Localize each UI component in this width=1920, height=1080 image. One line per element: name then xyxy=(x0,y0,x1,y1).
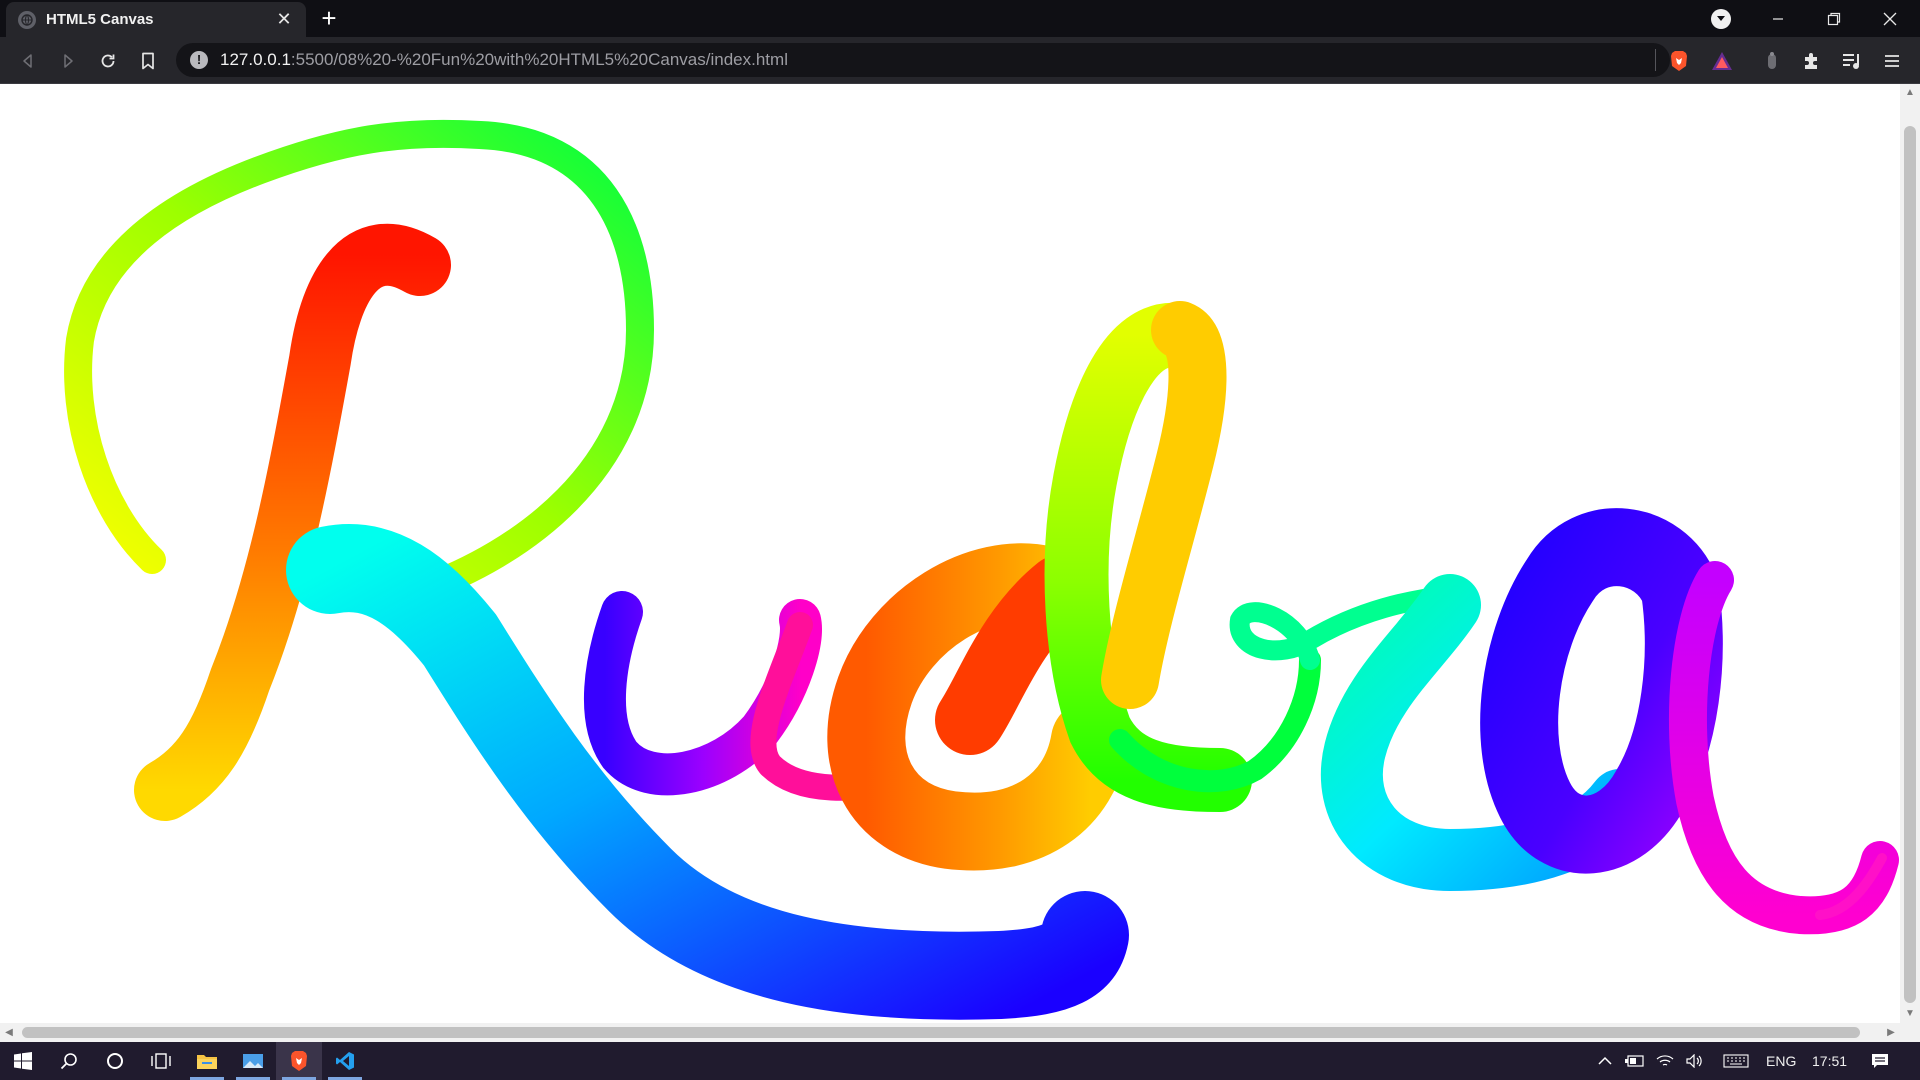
windows-start-icon[interactable] xyxy=(0,1042,46,1080)
horizontal-scrollbar[interactable]: ◀ ▶ xyxy=(0,1023,1900,1042)
stroke-r-loop xyxy=(64,119,655,604)
touch-keyboard-icon[interactable] xyxy=(1718,1042,1754,1080)
canvas-drawing xyxy=(64,119,1899,1020)
globe-icon xyxy=(18,10,36,29)
restore-button[interactable] xyxy=(1806,0,1862,37)
url-host: 127.0.0.1 xyxy=(220,50,291,69)
scroll-up-icon[interactable]: ▲ xyxy=(1900,84,1920,102)
scroll-down-icon[interactable]: ▼ xyxy=(1900,1005,1920,1023)
tray-overflow-icon[interactable] xyxy=(1590,1042,1620,1080)
browser-titlebar: HTML5 Canvas ✕ + xyxy=(0,0,1920,37)
browser-toolbar: ! 127.0.0.1:5500/08%20-%20Fun%20with%20H… xyxy=(0,37,1920,84)
back-button[interactable] xyxy=(14,47,42,75)
new-tab-button[interactable]: + xyxy=(316,5,342,32)
reload-button[interactable] xyxy=(94,47,122,75)
scroll-right-icon[interactable]: ▶ xyxy=(1882,1023,1900,1042)
vertical-scroll-thumb[interactable] xyxy=(1904,126,1916,1003)
brave-browser-icon[interactable] xyxy=(276,1042,322,1080)
site-info-icon[interactable]: ! xyxy=(190,51,208,69)
search-icon[interactable] xyxy=(46,1042,92,1080)
stroke-a-bowl xyxy=(1480,508,1723,874)
extension-icon[interactable] xyxy=(1760,49,1784,73)
tab-close-icon[interactable]: ✕ xyxy=(274,9,294,30)
wifi-icon[interactable] xyxy=(1650,1042,1680,1080)
scroll-left-icon[interactable]: ◀ xyxy=(0,1023,18,1042)
html5-canvas[interactable] xyxy=(0,84,1900,1023)
url-path: :5500/08%20-%20Fun%20with%20HTML5%20Canv… xyxy=(290,50,788,69)
tab-search-icon[interactable] xyxy=(1711,9,1731,29)
address-bar[interactable]: ! 127.0.0.1:5500/08%20-%20Fun%20with%20H… xyxy=(176,43,1670,77)
windows-taskbar: ENG 17:51 xyxy=(0,1042,1920,1080)
tab-html5-canvas[interactable]: HTML5 Canvas ✕ xyxy=(6,2,306,37)
brave-shields-icon[interactable] xyxy=(1667,49,1691,73)
volume-icon[interactable] xyxy=(1680,1042,1710,1080)
file-explorer-icon[interactable] xyxy=(184,1042,230,1080)
notifications-icon[interactable] xyxy=(1862,1042,1898,1080)
vscode-icon[interactable] xyxy=(322,1042,368,1080)
forward-button[interactable] xyxy=(54,47,82,75)
vertical-scrollbar[interactable]: ▲ ▼ xyxy=(1900,84,1920,1023)
input-language[interactable]: ENG xyxy=(1766,1042,1796,1080)
media-playlist-icon[interactable] xyxy=(1840,49,1864,73)
brave-rewards-icon[interactable] xyxy=(1710,49,1734,73)
bookmark-icon[interactable] xyxy=(134,47,162,75)
extensions-puzzle-icon[interactable] xyxy=(1800,49,1824,73)
close-window-button[interactable] xyxy=(1862,0,1918,37)
clock[interactable]: 17:51 xyxy=(1812,1042,1847,1080)
scroll-corner xyxy=(1900,1023,1920,1042)
menu-icon[interactable] xyxy=(1880,49,1904,73)
omnibox-divider xyxy=(1655,49,1656,71)
stroke-r-stem xyxy=(134,223,451,821)
task-view-icon[interactable] xyxy=(138,1042,184,1080)
tab-title: HTML5 Canvas xyxy=(46,11,154,28)
minimize-button[interactable] xyxy=(1750,0,1806,37)
cortana-icon[interactable] xyxy=(92,1042,138,1080)
battery-icon[interactable] xyxy=(1620,1042,1650,1080)
photos-icon[interactable] xyxy=(230,1042,276,1080)
horizontal-scroll-thumb[interactable] xyxy=(22,1027,1860,1038)
